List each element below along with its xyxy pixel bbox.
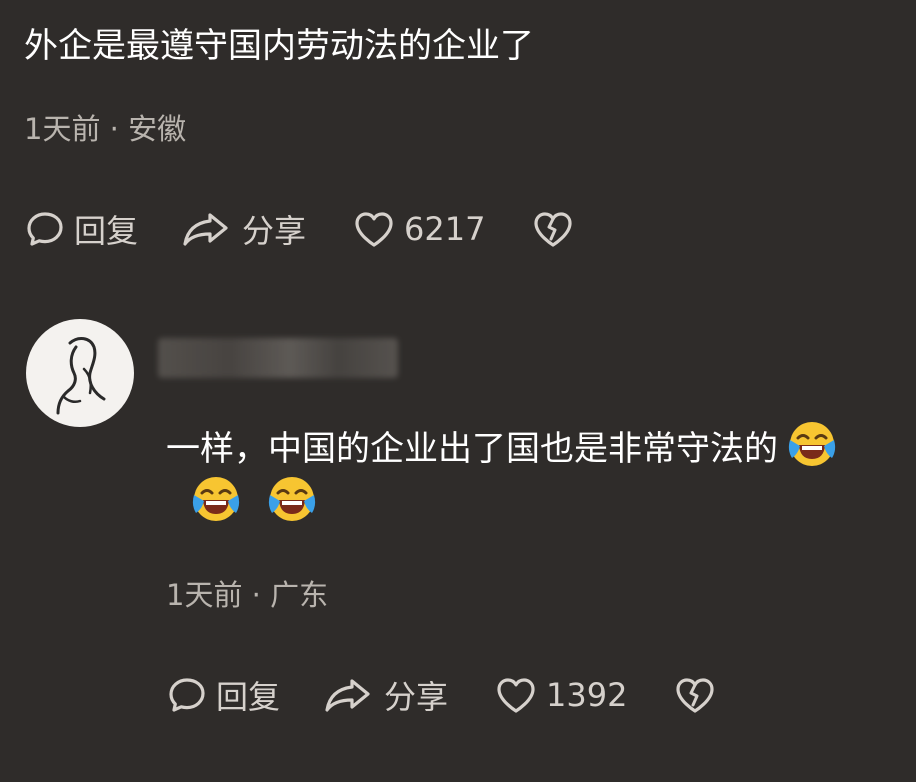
dislike-button[interactable] xyxy=(673,674,717,716)
comment-actions: 回复 分享 6217 xyxy=(24,206,575,252)
comment-bubble-icon xyxy=(24,208,66,250)
dislike-button[interactable] xyxy=(531,208,575,250)
comment-text: 外企是最遵守国内劳动法的企业了 xyxy=(24,26,534,66)
comment-text: 一样，中国的企业出了国也是非常守法的 xyxy=(166,418,886,528)
laughing-crying-face-icon xyxy=(788,422,836,466)
broken-heart-icon xyxy=(531,208,575,250)
avatar[interactable] xyxy=(26,319,134,427)
comment-actions: 回复 分享 1392 xyxy=(166,672,717,718)
comment-meta: 1天前 · 安徽 xyxy=(24,112,187,146)
comment-bubble-icon xyxy=(166,674,208,716)
share-arrow-icon xyxy=(180,208,234,250)
heart-icon xyxy=(352,208,396,250)
reply-button[interactable]: 回复 xyxy=(166,672,280,718)
laughing-crying-face-icon xyxy=(192,476,240,521)
share-label: 分享 xyxy=(242,212,307,250)
reply-label: 回复 xyxy=(74,212,139,250)
share-label: 分享 xyxy=(384,678,449,716)
like-count: 6217 xyxy=(404,210,486,248)
laughing-crying-face-icon xyxy=(268,476,316,521)
like-count: 1392 xyxy=(546,676,628,714)
share-button[interactable]: 分享 xyxy=(322,672,448,718)
username-blurred[interactable] xyxy=(158,338,398,378)
comment-text-content: 一样，中国的企业出了国也是非常守法的 xyxy=(166,429,778,469)
reply-button[interactable]: 回复 xyxy=(24,206,138,252)
comment-meta: 1天前 · 广东 xyxy=(166,578,329,612)
share-button[interactable]: 分享 xyxy=(180,206,306,252)
heart-icon xyxy=(494,674,538,716)
like-button[interactable]: 6217 xyxy=(352,208,485,250)
comment-thread: 外企是最遵守国内劳动法的企业了 1天前 · 安徽 回复 分享 6217 一样，中… xyxy=(0,0,916,782)
broken-heart-icon xyxy=(673,674,717,716)
reply-label: 回复 xyxy=(216,678,281,716)
share-arrow-icon xyxy=(322,674,376,716)
like-button[interactable]: 1392 xyxy=(494,674,627,716)
